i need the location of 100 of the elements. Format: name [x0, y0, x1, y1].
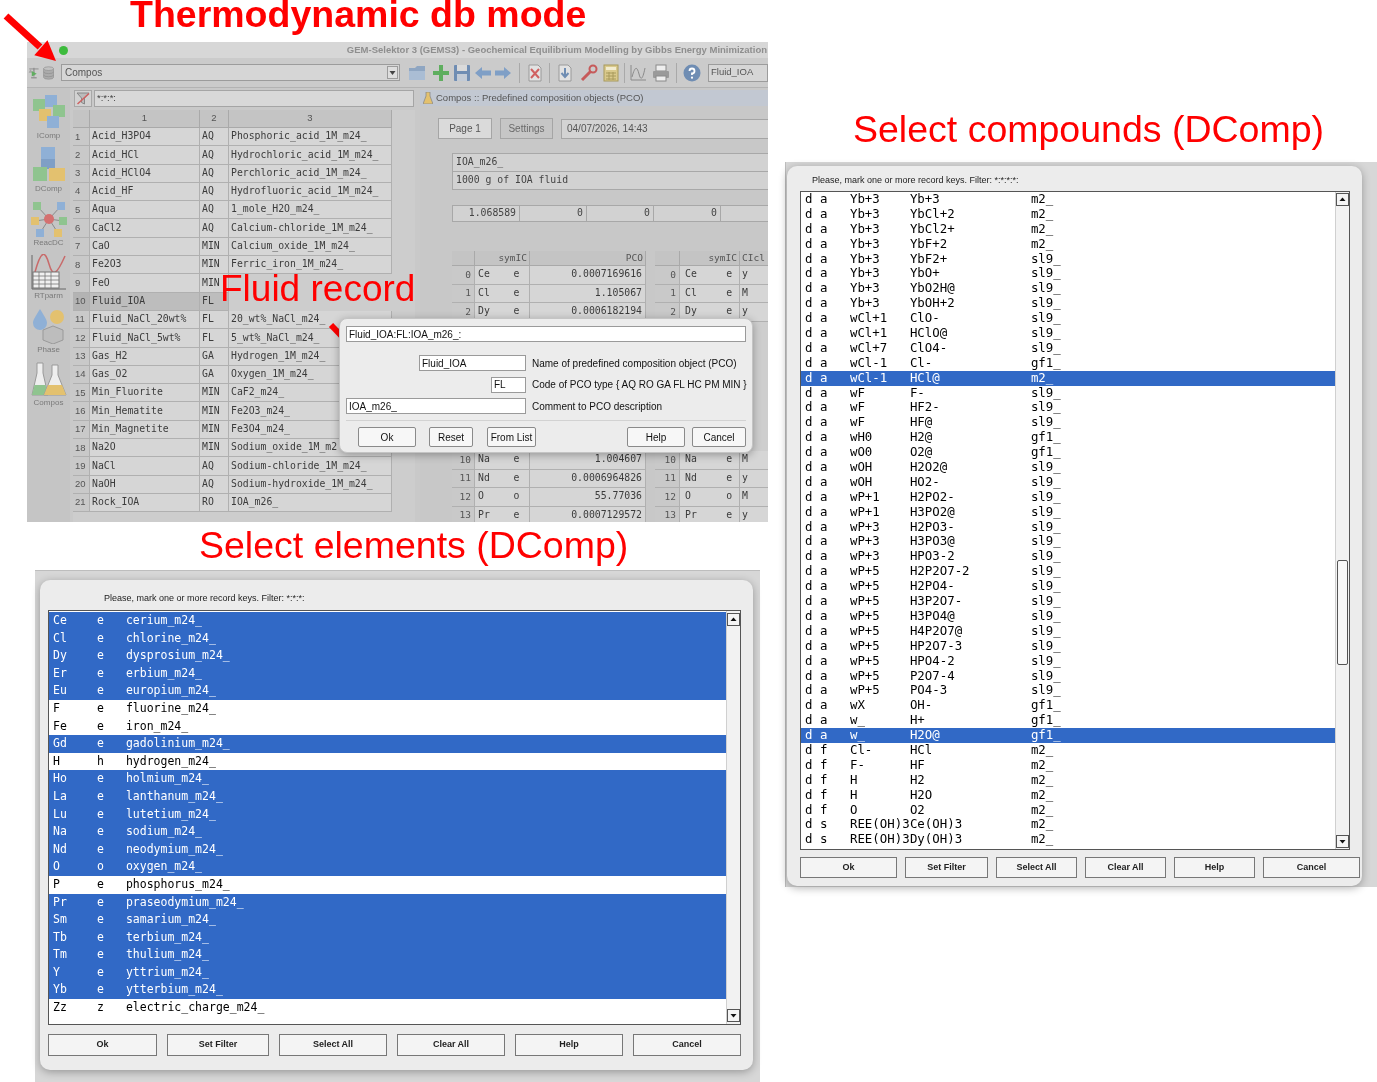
list-item[interactable]: H h hydrogen_m24_: [49, 752, 726, 771]
scroll-up-icon[interactable]: [1336, 193, 1349, 206]
chart-icon[interactable]: [629, 63, 647, 82]
calculator-icon[interactable]: [602, 63, 620, 82]
column-header[interactable]: symIC: [475, 251, 530, 267]
list-item[interactable]: d a wP+5 H3P2O7- sl9_: [801, 594, 1335, 609]
date-field[interactable]: 04/07/2026, 14:43: [561, 118, 768, 139]
wrench-icon[interactable]: [580, 63, 598, 82]
list-item[interactable]: d a Yb+3 YbO2H@ sl9_: [801, 281, 1335, 297]
value-field[interactable]: [720, 205, 768, 222]
column-header[interactable]: 1: [90, 110, 200, 128]
list-item[interactable]: Dy e dysprosium_m24_: [49, 647, 726, 665]
list-item[interactable]: d a Yb+3 Yb+3 m2_: [801, 192, 1335, 207]
import-icon[interactable]: [556, 63, 574, 82]
list-item[interactable]: d a wP+1 H2PO2- sl9_: [801, 489, 1335, 505]
list-item[interactable]: d a wP+5 PO4-3 sl9_: [801, 683, 1335, 699]
list-item[interactable]: P e phosphorus_m24_: [49, 875, 726, 894]
list-item[interactable]: d a wP+5 H2PO4- sl9_: [801, 579, 1335, 595]
dialog-button[interactable]: Set Filter: [167, 1034, 269, 1056]
list-item[interactable]: d a Yb+3 YbCl+2 m2_: [801, 206, 1335, 222]
dialog-button[interactable]: Ok: [358, 427, 416, 447]
list-item[interactable]: O o oxygen_m24_: [49, 858, 726, 876]
dialog-button[interactable]: Help: [515, 1034, 623, 1056]
dialog-button[interactable]: Help: [1174, 857, 1255, 878]
list-item[interactable]: d a wX OH- gf1_: [801, 698, 1335, 714]
dialog-button[interactable]: Cancel: [1263, 857, 1360, 878]
list-item[interactable]: d a Yb+3 YbO+ sl9_: [801, 266, 1335, 282]
tab[interactable]: Page 1: [438, 118, 492, 139]
text-field[interactable]: IOA_m26_: [452, 153, 768, 172]
scrollbar[interactable]: [726, 611, 740, 1024]
folder-icon[interactable]: [408, 63, 426, 82]
value-field[interactable]: 0: [653, 205, 721, 222]
list-item[interactable]: d a wP+1 H3PO2@ sl9_: [801, 504, 1335, 520]
list-item[interactable]: d a wOH H2O2@ sl9_: [801, 460, 1335, 475]
list-item[interactable]: d a wCl-1 Cl- gf1_: [801, 355, 1335, 371]
list-item[interactable]: d a wCl-1 HCl@ m2_: [801, 370, 1335, 386]
list-item[interactable]: d a wP+5 HPO4-2 sl9_: [801, 653, 1335, 669]
scrollbar[interactable]: [1335, 192, 1349, 849]
dialog-button[interactable]: Clear All: [397, 1034, 505, 1056]
column-header[interactable]: PCO: [530, 251, 646, 267]
list-item[interactable]: d f F- HF m2_: [801, 757, 1335, 773]
filter-field[interactable]: *:*:*:: [94, 89, 414, 107]
list-item[interactable]: d s REE(OH)3Dy(OH)3 m2_: [801, 832, 1335, 848]
list-item[interactable]: d a w_ H+ gf1_: [801, 713, 1335, 729]
list-item[interactable]: Sm e samarium_m24_: [49, 911, 726, 929]
plus-icon[interactable]: [432, 63, 450, 82]
dialog-button[interactable]: Clear All: [1085, 857, 1166, 878]
list-item[interactable]: Ho e holmium_m24_: [49, 770, 726, 788]
record-field[interactable]: Fluid_IOA: [708, 63, 768, 82]
dialog-button[interactable]: Ok: [800, 857, 897, 878]
dialog-button[interactable]: Help: [627, 427, 685, 447]
value-field[interactable]: 0: [519, 205, 587, 222]
list-item[interactable]: d a Yb+3 YbF+2 m2_: [801, 236, 1335, 252]
column-header[interactable]: 2: [200, 110, 229, 128]
window-dot-icon[interactable]: [59, 46, 68, 55]
column-header[interactable]: 3: [229, 110, 392, 128]
list-item[interactable]: d a wP+5 H3PO4@ sl9_: [801, 608, 1335, 624]
list-item[interactable]: d a Yb+3 YbF2+ sl9_: [801, 251, 1335, 267]
list-item[interactable]: d a Yb+3 YbCl2+ m2_: [801, 221, 1335, 237]
list-item[interactable]: d a wP+5 HP2O7-3 sl9_: [801, 638, 1335, 654]
list-item[interactable]: d a wF HF@ sl9_: [801, 415, 1335, 431]
dialog-button[interactable]: Cancel: [633, 1034, 741, 1056]
list-item[interactable]: d a wCl+7 ClO4- sl9_: [801, 340, 1335, 356]
list-item[interactable]: d f O O2 m2_: [801, 802, 1335, 818]
save-icon[interactable]: [453, 63, 471, 82]
list-item[interactable]: d s REE(OH)3Ce(OH)3 m2_: [801, 817, 1335, 833]
dialog-button[interactable]: Set Filter: [905, 857, 988, 878]
list-item[interactable]: d a wP+5 P2O7-4 sl9_: [801, 668, 1335, 684]
list-item[interactable]: Pr e praseodymium_m24_: [49, 893, 726, 912]
list-item[interactable]: Gd e gadolinium_m24_: [49, 735, 726, 753]
scrollbar-thumb[interactable]: [1337, 560, 1348, 665]
dialog-button[interactable]: Select All: [279, 1034, 387, 1056]
list-item[interactable]: Fe e iron_m24_: [49, 717, 726, 736]
list-item[interactable]: d a wP+3 H3PO3@ sl9_: [801, 534, 1335, 550]
list-item[interactable]: d a wP+3 H2PO3- sl9_: [801, 519, 1335, 535]
dialog-button[interactable]: From List: [487, 427, 536, 447]
column-header[interactable]: symIC: [680, 251, 740, 267]
column-header[interactable]: CIcl: [740, 251, 768, 267]
comment-field[interactable]: IOA_m26_: [346, 398, 526, 414]
dialog-button[interactable]: Cancel: [692, 427, 746, 447]
printer-icon[interactable]: [652, 63, 670, 82]
list-item[interactable]: Ce e cerium_m24_: [49, 612, 726, 630]
list-item[interactable]: d a wP+5 H4P2O7@ sl9_: [801, 623, 1335, 639]
dialog-button[interactable]: Select All: [996, 857, 1077, 878]
list-item[interactable]: Yb e ytterbium_m24_: [49, 981, 726, 1000]
module-combobox[interactable]: Compos: [61, 64, 400, 81]
value-field[interactable]: 1.068589: [452, 205, 520, 222]
name-field[interactable]: Fluid_IOA: [419, 355, 526, 371]
list-item[interactable]: d a wP+3 HPO3-2 sl9_: [801, 549, 1335, 565]
caret-icon[interactable]: [387, 66, 398, 79]
list-item[interactable]: d f H H2 m2_: [801, 772, 1335, 788]
list-item[interactable]: d a wO0 O2@ gf1_: [801, 445, 1335, 461]
code-field[interactable]: FL: [491, 376, 526, 393]
list-item[interactable]: Na e sodium_m24_: [49, 823, 726, 841]
help-icon[interactable]: [683, 63, 701, 82]
dialog-button[interactable]: Reset: [429, 427, 473, 447]
list-item[interactable]: Zz z electric_charge_m24_: [49, 999, 726, 1017]
dialog-button[interactable]: Ok: [48, 1034, 157, 1056]
list-item[interactable]: d a Yb+3 YbOH+2 sl9_: [801, 296, 1335, 312]
list-item[interactable]: Tm e thulium_m24_: [49, 946, 726, 964]
